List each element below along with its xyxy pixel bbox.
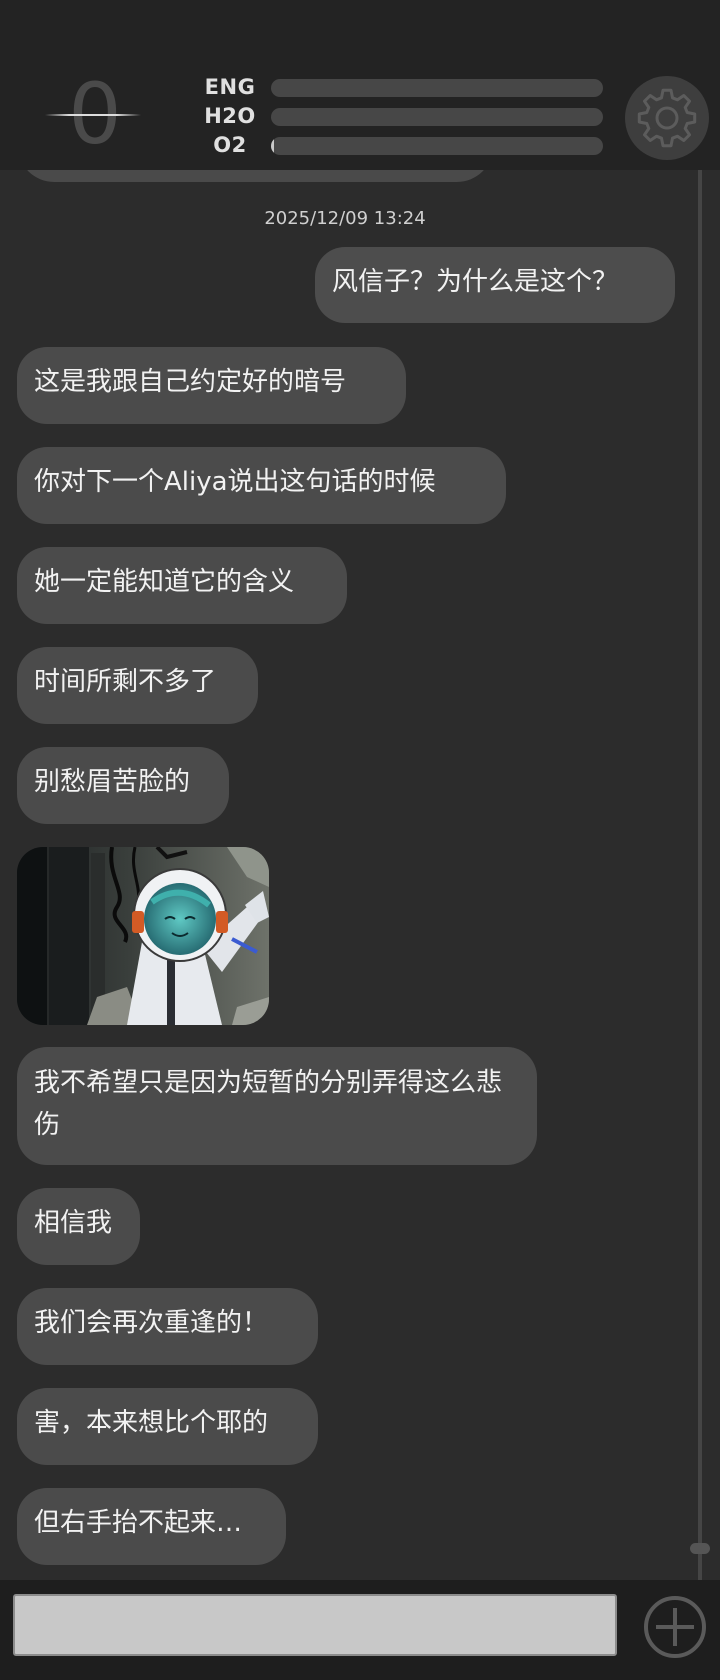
o2-label: O2 — [213, 133, 247, 157]
gear-icon — [637, 88, 697, 148]
chat-screen: 2025/12/09 13:24 风信子？为什么是这个？ 这是我跟自己约定好的暗… — [0, 0, 720, 1680]
plus-circle-icon — [644, 1596, 706, 1658]
incoming-message: 别愁眉苦脸的 — [17, 747, 229, 824]
message-input[interactable] — [13, 1594, 617, 1656]
eng-bar — [271, 79, 603, 97]
o2-bar — [271, 137, 603, 155]
counter-display: 0 — [45, 68, 145, 160]
incoming-message: 我不希望只是因为短暂的分别弄得这么悲伤 — [17, 1047, 537, 1165]
status-header: 0 ENG H2O O2 — [0, 0, 720, 170]
incoming-message: 她一定能知道它的含义 — [17, 547, 347, 624]
scrollbar-track[interactable] — [698, 170, 702, 1580]
eng-label: ENG — [204, 75, 256, 99]
settings-button[interactable] — [625, 76, 709, 160]
outgoing-message: 风信子？为什么是这个？ — [315, 247, 675, 323]
astronaut-illustration — [17, 847, 269, 1025]
astronaut-photo[interactable] — [17, 847, 269, 1025]
incoming-message: 害，本来想比个耶的 — [17, 1388, 318, 1465]
add-button[interactable] — [642, 1594, 708, 1660]
incoming-message: 相信我 — [17, 1188, 140, 1265]
h2o-label: H2O — [204, 104, 256, 128]
incoming-message: 但右手抬不起来… — [17, 1488, 286, 1565]
h2o-bar — [271, 108, 603, 126]
message-timestamp: 2025/12/09 13:24 — [264, 208, 426, 229]
incoming-message: 时间所剩不多了 — [17, 647, 258, 724]
message-composer — [0, 1580, 720, 1680]
incoming-message: 这是我跟自己约定好的暗号 — [17, 347, 406, 424]
incoming-message: 我们会再次重逢的！ — [17, 1288, 318, 1365]
o2-bar-fill — [271, 137, 275, 155]
incoming-message: 你对下一个Aliya说出这句话的时候 — [17, 447, 506, 524]
counter-divider — [45, 114, 141, 116]
scrollbar-thumb[interactable] — [690, 1543, 710, 1554]
chat-log[interactable]: 2025/12/09 13:24 风信子？为什么是这个？ 这是我跟自己约定好的暗… — [0, 0, 720, 1580]
